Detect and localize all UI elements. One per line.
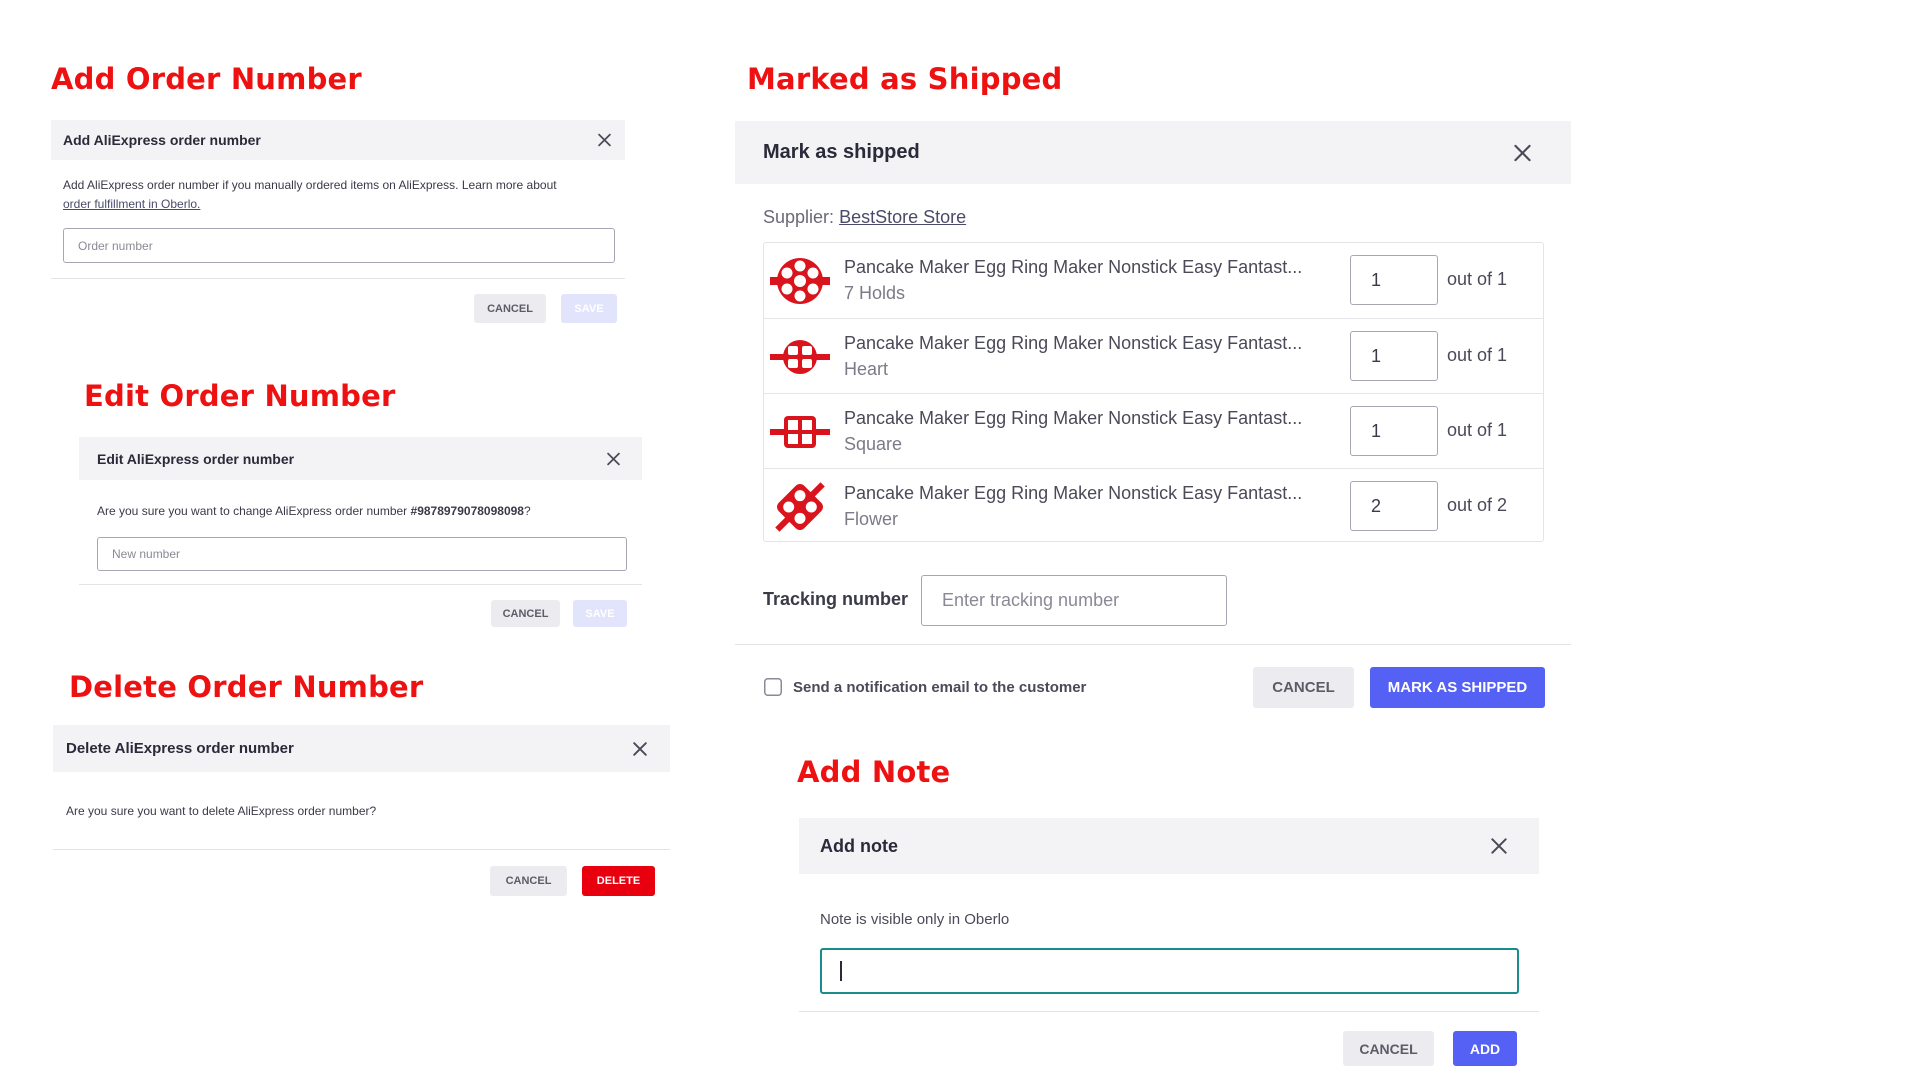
quantity-input[interactable]: 2 [1350, 481, 1438, 531]
product-name: Pancake Maker Egg Ring Maker Nonstick Ea… [844, 483, 1303, 503]
section-title-add-order: Add Order Number [51, 62, 362, 96]
edit-order-dialog-header: Edit AliExpress order number [79, 437, 642, 480]
product-list: Pancake Maker Egg Ring Maker Nonstick Ea… [763, 242, 1544, 542]
product-row: Pancake Maker Egg Ring Maker Nonstick Ea… [764, 468, 1543, 543]
product-name: Pancake Maker Egg Ring Maker Nonstick Ea… [844, 408, 1303, 428]
cancel-button[interactable]: CANCEL [1343, 1031, 1434, 1066]
supplier-line: Supplier: BestStore Store [763, 207, 967, 227]
close-icon[interactable] [633, 741, 647, 756]
pancake-mold-thumbnail [775, 482, 825, 532]
tracking-number-input[interactable]: Enter tracking number [921, 575, 1227, 626]
section-title-add-note: Add Note [797, 755, 951, 789]
divider [79, 584, 642, 585]
quantity-total: out of 1 [1447, 269, 1508, 289]
add-order-dialog: Add AliExpress order number Add AliExpre… [51, 120, 625, 330]
pancake-mold-thumbnail [770, 258, 830, 304]
add-note-dialog-header: Add note [799, 818, 1539, 874]
close-icon[interactable] [598, 133, 611, 147]
cancel-button[interactable]: CANCEL [1253, 667, 1354, 708]
product-row: Pancake Maker Egg Ring Maker Nonstick Ea… [764, 318, 1543, 393]
close-icon[interactable] [1491, 838, 1507, 854]
section-title-marked-shipped: Marked as Shipped [747, 62, 1063, 96]
cancel-button[interactable]: CANCEL [491, 600, 560, 627]
add-button[interactable]: ADD [1453, 1031, 1517, 1066]
quantity-input[interactable]: 1 [1350, 406, 1438, 456]
mark-shipped-dialog-title: Mark as shipped [763, 141, 920, 163]
section-title-edit-order: Edit Order Number [84, 379, 396, 413]
quantity-total: out of 1 [1447, 345, 1508, 365]
delete-order-dialog-header: Delete AliExpress order number [53, 725, 670, 772]
add-order-dialog-header: Add AliExpress order number [51, 120, 625, 160]
close-icon[interactable] [1514, 144, 1531, 161]
product-name: Pancake Maker Egg Ring Maker Nonstick Ea… [844, 333, 1303, 353]
note-input[interactable] [820, 948, 1519, 994]
new-number-input[interactable]: New number [97, 537, 627, 571]
note-description: Note is visible only in Oberlo [820, 911, 1010, 928]
delete-button[interactable]: DELETE [582, 866, 655, 896]
product-variant: Heart [844, 359, 889, 379]
product-name: Pancake Maker Egg Ring Maker Nonstick Ea… [844, 257, 1303, 277]
cancel-button[interactable]: CANCEL [474, 294, 546, 323]
tracking-number-label: Tracking number [763, 589, 909, 609]
quantity-total: out of 1 [1447, 420, 1508, 440]
edit-order-dialog: Edit AliExpress order number Are you sur… [79, 437, 642, 632]
delete-order-question: Are you sure you want to delete AliExpre… [66, 804, 377, 818]
mark-shipped-dialog-header: Mark as shipped [735, 121, 1571, 184]
pancake-mold-thumbnail [770, 340, 830, 374]
save-button[interactable]: SAVE [561, 294, 617, 323]
add-note-dialog: Add note Note is visible only in Oberlo … [799, 818, 1539, 1074]
quantity-input[interactable]: 1 [1350, 255, 1438, 305]
checkbox-icon[interactable] [764, 678, 782, 696]
quantity-total: out of 2 [1447, 495, 1508, 515]
product-variant: Flower [844, 509, 899, 529]
order-number-input[interactable]: Order number [63, 228, 615, 263]
pancake-mold-thumbnail [770, 416, 830, 448]
text-cursor [840, 961, 842, 981]
order-number-value: #9878979078098098 [410, 504, 524, 518]
save-button[interactable]: SAVE [573, 600, 627, 627]
edit-order-dialog-title: Edit AliExpress order number [97, 450, 295, 467]
mark-as-shipped-button[interactable]: MARK AS SHIPPED [1370, 667, 1545, 708]
cancel-button[interactable]: CANCEL [490, 866, 567, 896]
delete-order-dialog-title: Delete AliExpress order number [66, 740, 294, 757]
section-title-delete-order: Delete Order Number [69, 670, 424, 704]
divider [51, 278, 625, 279]
add-note-dialog-title: Add note [820, 835, 898, 856]
divider [799, 1011, 1539, 1012]
product-row: Pancake Maker Egg Ring Maker Nonstick Ea… [764, 243, 1543, 318]
delete-order-dialog: Delete AliExpress order number Are you s… [53, 725, 670, 900]
quantity-input[interactable]: 1 [1350, 331, 1438, 381]
close-icon[interactable] [607, 452, 620, 465]
order-fulfillment-link[interactable]: order fulfillment in Oberlo. [63, 197, 200, 211]
edit-order-question: Are you sure you want to change AliExpre… [97, 504, 531, 518]
supplier-link[interactable]: BestStore Store [839, 207, 966, 227]
product-variant: 7 Holds [844, 283, 906, 303]
add-order-description: Add AliExpress order number if you manua… [63, 178, 557, 211]
product-row: Pancake Maker Egg Ring Maker Nonstick Ea… [764, 393, 1543, 468]
divider [53, 849, 670, 850]
notify-customer-label: Send a notification email to the custome… [793, 679, 1087, 696]
divider [735, 644, 1571, 645]
add-order-dialog-title: Add AliExpress order number [63, 132, 261, 148]
product-variant: Square [844, 434, 903, 454]
